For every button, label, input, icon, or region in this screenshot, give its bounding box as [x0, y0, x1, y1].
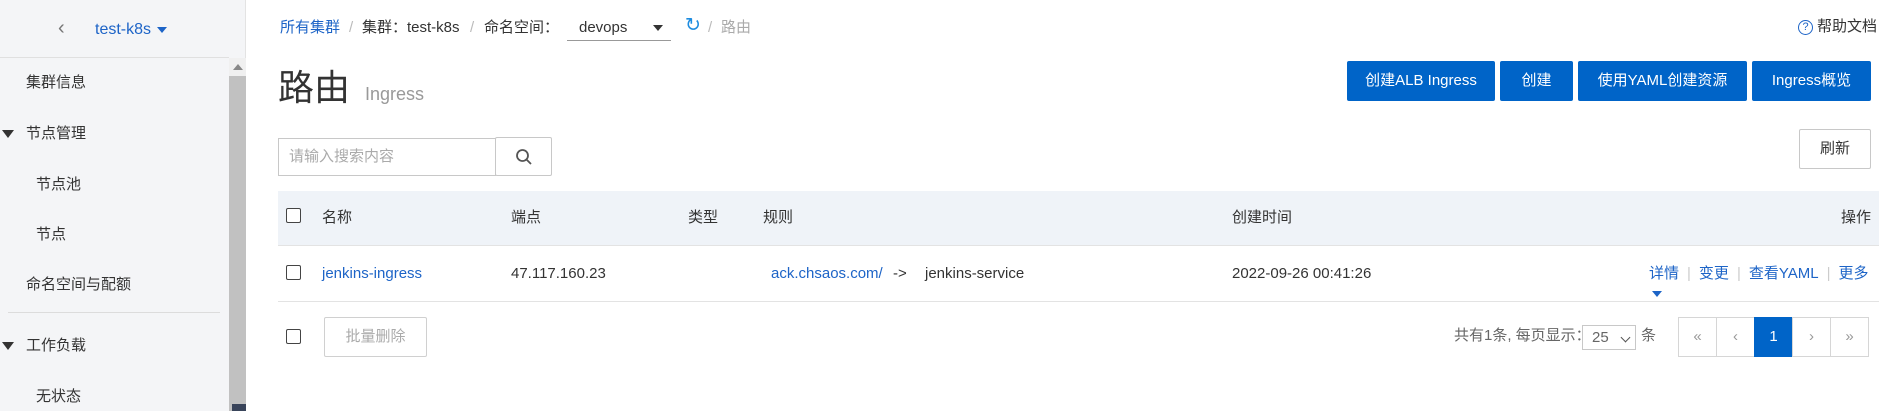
sidebar-item-label: 节点管理: [26, 125, 87, 142]
sidebar-item-label: 集群信息: [26, 74, 87, 91]
last-page-button[interactable]: »: [1830, 317, 1869, 357]
row-actions: 详情 | 变更 | 查看YAML | 更多: [1649, 264, 1879, 304]
table-row: jenkins-ingress 47.117.160.23 ack.chsaos…: [278, 246, 1879, 302]
breadcrumb-separator: /: [470, 19, 475, 36]
prev-page-button[interactable]: ‹: [1716, 317, 1755, 357]
create-from-yaml-button[interactable]: 使用YAML创建资源: [1578, 61, 1747, 101]
create-button[interactable]: 创建: [1500, 61, 1573, 101]
sidebar-item-namespaces-quotas[interactable]: 命名空间与配额: [0, 274, 229, 296]
sidebar-item-label: 命名空间与配额: [26, 276, 132, 293]
sidebar: ‹ test-k8s 集群信息 节点管理 节点池 节点 命名空间与配额 工作负载…: [0, 0, 246, 411]
ingress-name-link[interactable]: jenkins-ingress: [322, 264, 422, 284]
refresh-namespace-icon[interactable]: ↻: [685, 15, 705, 37]
sidebar-item-cluster-info[interactable]: 集群信息: [0, 72, 229, 94]
view-yaml-link[interactable]: 查看YAML: [1749, 265, 1819, 282]
app-root: ‹ test-k8s 集群信息 节点管理 节点池 节点 命名空间与配额 工作负载…: [0, 0, 1901, 411]
sidebar-item-label: 工作负载: [26, 337, 87, 354]
column-header-type: 类型: [688, 209, 719, 226]
sidebar-group-workloads[interactable]: 工作负载: [0, 335, 229, 357]
breadcrumb-separator: /: [708, 19, 713, 36]
rule-arrow: ->: [893, 265, 907, 282]
scrollbar-thumb[interactable]: [229, 76, 246, 411]
column-header-name: 名称: [322, 209, 353, 226]
caret-down-icon: [157, 26, 168, 33]
change-link[interactable]: 变更: [1699, 265, 1729, 282]
breadcrumb-separator: /: [349, 19, 354, 36]
table-header: 名称 端点 类型 规则 创建时间 操作: [278, 191, 1879, 246]
rule-host-link[interactable]: ack.chsaos.com/: [771, 264, 883, 284]
select-all-checkbox[interactable]: [286, 208, 301, 223]
expand-triangle-icon: [2, 342, 14, 350]
sidebar-item-label: 节点池: [36, 176, 82, 193]
column-header-endpoint: 端点: [511, 209, 542, 226]
created-time: 2022-09-26 00:41:26: [1232, 265, 1372, 282]
pagination-total-info: 共有1条, 每页显示：: [1454, 327, 1591, 344]
column-header-rules: 规则: [763, 209, 794, 226]
sidebar-item-label: 节点: [36, 226, 67, 243]
help-circle-icon: ?: [1798, 20, 1813, 35]
first-page-button[interactable]: «: [1678, 317, 1717, 357]
column-header-actions: 操作: [1841, 209, 1872, 226]
search-icon: [516, 149, 532, 165]
sidebar-scrollbar[interactable]: [229, 58, 246, 411]
sidebar-item-label: 无状态: [36, 388, 82, 405]
help-docs-link[interactable]: ? 帮助文档: [1798, 17, 1877, 37]
next-page-button[interactable]: ›: [1792, 317, 1831, 357]
search-placeholder: 请输入搜索内容: [289, 148, 395, 165]
details-link[interactable]: 详情: [1649, 265, 1679, 282]
namespace-select[interactable]: devops: [567, 14, 671, 41]
back-chevron-icon[interactable]: ‹: [58, 14, 80, 42]
page-1-button[interactable]: 1: [1754, 317, 1793, 357]
ingress-overview-button[interactable]: Ingress概览: [1752, 61, 1871, 101]
sidebar-divider: [8, 312, 220, 313]
sidebar-item-node-pool[interactable]: 节点池: [0, 174, 229, 196]
breadcrumb-cluster: 集群：test-k8s: [362, 19, 460, 36]
cluster-switcher[interactable]: test-k8s: [95, 20, 168, 40]
page-title: 路由: [278, 67, 351, 108]
action-separator: |: [1687, 265, 1691, 282]
batch-delete-button[interactable]: 批量删除: [324, 317, 427, 357]
search-input[interactable]: 请输入搜索内容: [278, 138, 496, 176]
more-label: 更多: [1838, 265, 1869, 282]
sidebar-collapse-handle[interactable]: [232, 404, 246, 411]
page-size-value: 25: [1592, 329, 1609, 346]
column-header-created: 创建时间: [1232, 209, 1293, 226]
dropdown-arrow-icon: [653, 25, 663, 31]
create-alb-ingress-button[interactable]: 创建ALB Ingress: [1347, 61, 1495, 101]
page-size-unit: 条: [1641, 327, 1657, 344]
page-size-select[interactable]: 25: [1582, 325, 1636, 350]
caret-down-icon: [1652, 291, 1662, 298]
search-button[interactable]: [495, 137, 552, 176]
page-subtitle: Ingress: [365, 84, 425, 104]
cluster-name: test-k8s: [95, 21, 152, 38]
sidebar-header: ‹ test-k8s: [0, 0, 229, 58]
namespace-value: devops: [579, 19, 628, 36]
namespace-label: 命名空间：: [484, 19, 560, 36]
endpoint-value: 47.117.160.23: [511, 265, 606, 282]
action-separator: |: [1826, 265, 1831, 282]
scroll-up-arrow-icon[interactable]: [233, 64, 243, 70]
rule-service: jenkins-service: [925, 265, 1025, 282]
footer-select-all-checkbox[interactable]: [286, 329, 301, 344]
sidebar-group-node-management[interactable]: 节点管理: [0, 123, 229, 145]
breadcrumb-all-clusters[interactable]: 所有集群: [280, 18, 340, 38]
breadcrumb-current: 路由: [721, 19, 752, 36]
chevron-down-icon: [1620, 332, 1631, 343]
expand-triangle-icon: [2, 130, 14, 138]
sidebar-item-nodes[interactable]: 节点: [0, 224, 229, 246]
help-docs-label: 帮助文档: [1817, 18, 1878, 35]
row-checkbox[interactable]: [286, 265, 301, 280]
refresh-button[interactable]: 刷新: [1799, 129, 1871, 169]
action-separator: |: [1736, 265, 1741, 282]
sidebar-item-deployments[interactable]: 无状态: [0, 386, 229, 408]
